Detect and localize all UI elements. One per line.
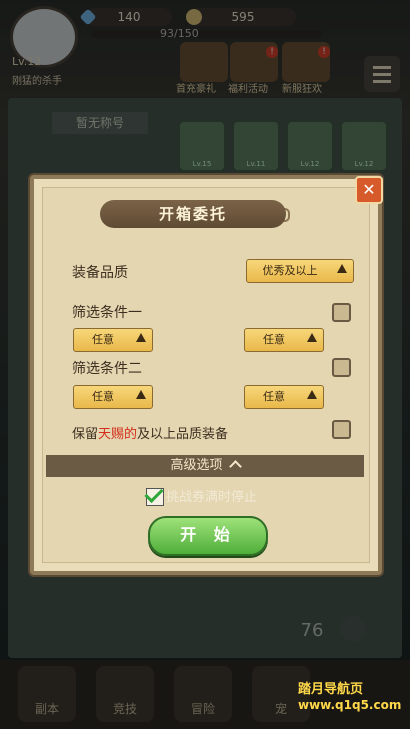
- arrow-up-icon: [307, 390, 317, 399]
- filter2-select-b[interactable]: 任意: [244, 385, 324, 409]
- any-value: 任意: [263, 333, 285, 346]
- filter2-checkbox[interactable]: [332, 358, 351, 377]
- arrow-up-icon: [307, 333, 317, 342]
- filter2-label: 筛选条件二: [72, 361, 142, 377]
- arrow-up-icon: [136, 390, 146, 399]
- watermark-title: 踏月导航页: [298, 682, 364, 697]
- dialog-title: 开箱委托: [100, 200, 286, 228]
- any-value: 任意: [263, 390, 285, 403]
- arrow-up-icon: [337, 264, 347, 273]
- filter1-select-a[interactable]: 任意: [73, 328, 153, 352]
- advanced-label: 高级选项: [170, 458, 223, 473]
- close-button[interactable]: ✕: [355, 176, 383, 204]
- filter1-select-b[interactable]: 任意: [244, 328, 324, 352]
- quality-label: 装备品质: [72, 265, 128, 281]
- keep-checkbox[interactable]: [332, 420, 351, 439]
- filter1-checkbox[interactable]: [332, 303, 351, 322]
- close-icon: ✕: [362, 180, 376, 199]
- watermark-url: www.q1q5.com: [298, 698, 402, 712]
- stop-when-full-checkbox[interactable]: [144, 483, 164, 506]
- quality-select[interactable]: 优秀及以上: [246, 259, 354, 283]
- any-value: 任意: [92, 333, 114, 346]
- stop-when-full-label: 挑战券满时停止: [166, 490, 258, 505]
- quality-value: 优秀及以上: [262, 264, 318, 277]
- chevron-up-icon: [228, 460, 242, 473]
- filter2-select-a[interactable]: 任意: [73, 385, 153, 409]
- filter1-label: 筛选条件一: [72, 305, 142, 321]
- keep-highlight: 天赐的: [98, 427, 138, 442]
- any-value: 任意: [92, 390, 114, 403]
- keep-label: 保留天赐的及以上品质装备: [72, 427, 229, 442]
- advanced-options-toggle[interactable]: 高级选项: [46, 455, 364, 477]
- arrow-up-icon: [136, 333, 146, 342]
- start-button[interactable]: 开 始: [148, 516, 268, 556]
